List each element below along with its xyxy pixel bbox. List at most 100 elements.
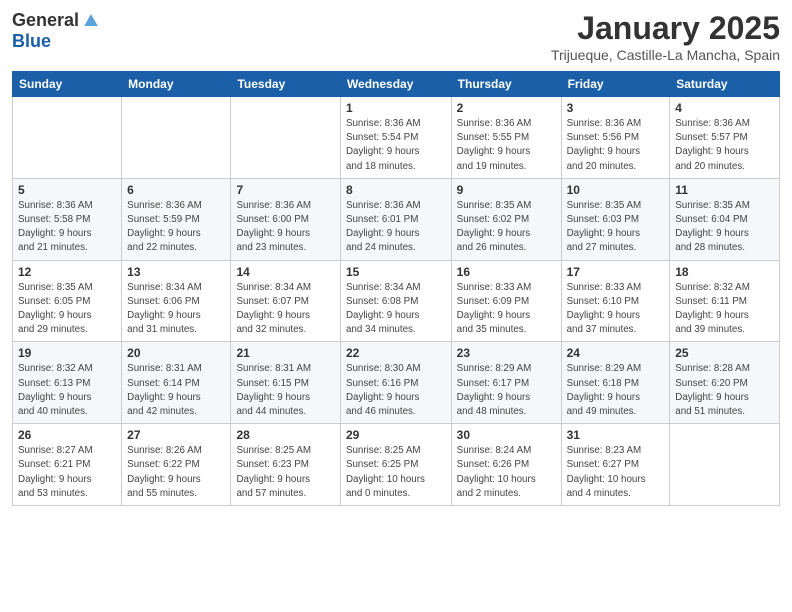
logo-icon [81,11,101,31]
calendar-day-28: 28Sunrise: 8:25 AMSunset: 6:23 PMDayligh… [231,424,340,506]
location-text: Trijueque, Castille-La Mancha, Spain [551,47,780,63]
day-info: Sunrise: 8:35 AMSunset: 6:03 PMDaylight:… [567,199,665,256]
calendar-day-23: 23 Sunrise: 8:29 AMSunset: 6:17 PMDayligh… [451,342,561,424]
day-info: Sunrise: 8:36 AMSunset: 5:57 PMDaylight:… [675,117,774,174]
day-info: Sunrise: 8:34 AMSunset: 6:07 PMDaylight:… [236,281,334,338]
logo-blue-text: Blue [12,31,51,52]
day-number: 8 [346,183,446,197]
day-info: Sunrise: 8:32 AMSunset: 6:13 PMDaylight:… [18,362,116,419]
calendar-day-2: 2Sunrise: 8:36 AMSunset: 5:55 PMDaylight… [451,97,561,179]
day-header-tuesday: Tuesday [231,72,340,97]
calendar-day-27: 27 Sunrise: 8:26 AMSunset: 6:22 PMDayligh… [122,424,231,506]
day-number: 14 [236,265,334,279]
day-number: 11 [675,183,774,197]
calendar-day-13: 13 Sunrise: 8:34 AMSunset: 6:06 PMDayligh… [122,260,231,342]
calendar-day-24: 24Sunrise: 8:29 AMSunset: 6:18 PMDayligh… [561,342,670,424]
day-number: 31 [567,428,665,442]
day-number: 26 [18,428,116,442]
calendar-day-18: 18 Sunrise: 8:32 AMSunset: 6:11 PMDayligh… [670,260,780,342]
day-number: 17 [567,265,665,279]
logo: General Blue [12,10,101,52]
day-info: Sunrise: 8:36 AMSunset: 5:54 PMDaylight:… [346,117,446,174]
day-info: Sunrise: 8:36 AMSunset: 6:00 PMDaylight:… [236,199,334,256]
day-number: 27 [127,428,225,442]
day-number: 13 [127,265,225,279]
day-header-wednesday: Wednesday [340,72,451,97]
calendar-header-row: SundayMondayTuesdayWednesdayThursdayFrid… [13,72,780,97]
calendar-day-12: 12 Sunrise: 8:35 AMSunset: 6:05 PMDayligh… [13,260,122,342]
day-info: Sunrise: 8:36 AMSunset: 5:59 PMDaylight:… [127,199,225,256]
day-number: 18 [675,265,774,279]
day-number: 25 [675,346,774,360]
day-number: 21 [236,346,334,360]
day-info: Sunrise: 8:25 AMSunset: 6:23 PMDaylight:… [236,444,334,501]
calendar-day-5: 5Sunrise: 8:36 AMSunset: 5:58 PMDaylight… [13,178,122,260]
calendar-empty-cell [231,97,340,179]
day-info: Sunrise: 8:35 AMSunset: 6:05 PMDaylight:… [18,281,116,338]
calendar-empty-cell [670,424,780,506]
calendar-day-14: 14 Sunrise: 8:34 AMSunset: 6:07 PMDayligh… [231,260,340,342]
calendar-empty-cell [122,97,231,179]
day-info: Sunrise: 8:27 AMSunset: 6:21 PMDaylight:… [18,444,116,501]
day-header-thursday: Thursday [451,72,561,97]
day-number: 1 [346,101,446,115]
day-info: Sunrise: 8:29 AMSunset: 6:18 PMDaylight:… [567,362,665,419]
calendar-day-25: 25 Sunrise: 8:28 AMSunset: 6:20 PMDayligh… [670,342,780,424]
calendar-day-20: 20Sunrise: 8:31 AMSunset: 6:14 PMDayligh… [122,342,231,424]
calendar-day-6: 6 Sunrise: 8:36 AMSunset: 5:59 PMDaylight… [122,178,231,260]
day-number: 16 [457,265,556,279]
day-info: Sunrise: 8:33 AMSunset: 6:09 PMDaylight:… [457,281,556,338]
day-info: Sunrise: 8:31 AMSunset: 6:14 PMDaylight:… [127,362,225,419]
month-title: January 2025 [551,10,780,47]
day-number: 7 [236,183,334,197]
day-number: 10 [567,183,665,197]
day-info: Sunrise: 8:32 AMSunset: 6:11 PMDaylight:… [675,281,774,338]
day-header-saturday: Saturday [670,72,780,97]
day-info: Sunrise: 8:36 AMSunset: 6:01 PMDaylight:… [346,199,446,256]
day-header-friday: Friday [561,72,670,97]
calendar-day-9: 9Sunrise: 8:35 AMSunset: 6:02 PMDaylight… [451,178,561,260]
day-info: Sunrise: 8:23 AMSunset: 6:27 PMDaylight:… [567,444,665,501]
calendar-day-10: 10 Sunrise: 8:35 AMSunset: 6:03 PMDayligh… [561,178,670,260]
day-number: 23 [457,346,556,360]
day-number: 12 [18,265,116,279]
calendar-day-3: 3Sunrise: 8:36 AMSunset: 5:56 PMDaylight… [561,97,670,179]
calendar-day-21: 21Sunrise: 8:31 AMSunset: 6:15 PMDayligh… [231,342,340,424]
day-info: Sunrise: 8:28 AMSunset: 6:20 PMDaylight:… [675,362,774,419]
calendar-week-row: 5Sunrise: 8:36 AMSunset: 5:58 PMDaylight… [13,178,780,260]
calendar-day-1: 1 Sunrise: 8:36 AMSunset: 5:54 PMDaylight… [340,97,451,179]
header: General Blue January 2025 Trijueque, Cas… [12,10,780,63]
calendar-day-8: 8 Sunrise: 8:36 AMSunset: 6:01 PMDaylight… [340,178,451,260]
day-info: Sunrise: 8:25 AMSunset: 6:25 PMDaylight:… [346,444,446,501]
day-info: Sunrise: 8:35 AMSunset: 6:04 PMDaylight:… [675,199,774,256]
day-info: Sunrise: 8:34 AMSunset: 6:08 PMDaylight:… [346,281,446,338]
title-block: January 2025 Trijueque, Castille-La Manc… [551,10,780,63]
calendar-day-26: 26 Sunrise: 8:27 AMSunset: 6:21 PMDayligh… [13,424,122,506]
day-info: Sunrise: 8:26 AMSunset: 6:22 PMDaylight:… [127,444,225,501]
calendar-day-22: 22Sunrise: 8:30 AMSunset: 6:16 PMDayligh… [340,342,451,424]
day-number: 4 [675,101,774,115]
calendar-day-29: 29Sunrise: 8:25 AMSunset: 6:25 PMDayligh… [340,424,451,506]
day-info: Sunrise: 8:35 AMSunset: 6:02 PMDaylight:… [457,199,556,256]
day-number: 22 [346,346,446,360]
calendar-day-19: 19 Sunrise: 8:32 AMSunset: 6:13 PMDayligh… [13,342,122,424]
day-info: Sunrise: 8:29 AMSunset: 6:17 PMDaylight:… [457,362,556,419]
calendar-day-11: 11 Sunrise: 8:35 AMSunset: 6:04 PMDayligh… [670,178,780,260]
day-number: 6 [127,183,225,197]
calendar-day-17: 17 Sunrise: 8:33 AMSunset: 6:10 PMDayligh… [561,260,670,342]
day-number: 3 [567,101,665,115]
day-info: Sunrise: 8:34 AMSunset: 6:06 PMDaylight:… [127,281,225,338]
day-info: Sunrise: 8:33 AMSunset: 6:10 PMDaylight:… [567,281,665,338]
calendar-empty-cell [13,97,122,179]
day-number: 15 [346,265,446,279]
calendar-table: SundayMondayTuesdayWednesdayThursdayFrid… [12,71,780,506]
day-header-monday: Monday [122,72,231,97]
day-number: 19 [18,346,116,360]
calendar-day-16: 16 Sunrise: 8:33 AMSunset: 6:09 PMDayligh… [451,260,561,342]
logo-general-text: General [12,10,79,31]
day-info: Sunrise: 8:24 AMSunset: 6:26 PMDaylight:… [457,444,556,501]
calendar-day-15: 15 Sunrise: 8:34 AMSunset: 6:08 PMDayligh… [340,260,451,342]
day-number: 30 [457,428,556,442]
day-number: 5 [18,183,116,197]
day-header-sunday: Sunday [13,72,122,97]
